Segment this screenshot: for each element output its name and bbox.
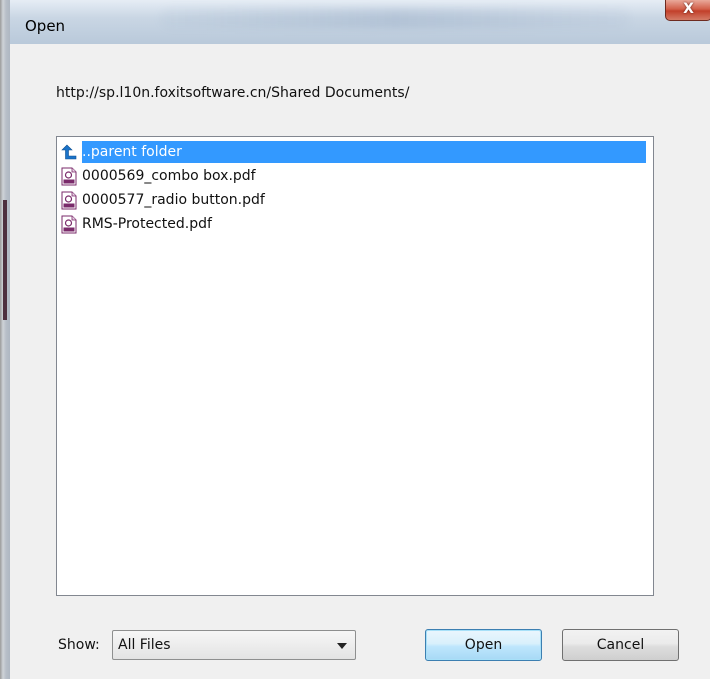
- background-window-accent: [3, 200, 7, 320]
- list-item-label: RMS-Protected.pdf: [82, 216, 212, 232]
- list-item-label: ..parent folder: [82, 141, 646, 163]
- chevron-down-icon: [337, 643, 347, 649]
- pdf-file-icon: [60, 214, 78, 234]
- up-arrow-icon: [60, 142, 78, 162]
- pdf-file-icon: [60, 166, 78, 186]
- location-path: http://sp.l10n.foxitsoftware.cn/Shared D…: [56, 85, 410, 101]
- list-item-file[interactable]: 0000577_radio button.pdf: [60, 189, 646, 211]
- cancel-button[interactable]: Cancel: [562, 629, 679, 661]
- file-type-select-value: All Files: [118, 637, 171, 653]
- title-bar[interactable]: Open X: [10, 0, 710, 44]
- file-list[interactable]: ..parent folder 0000569_combo box.pdf 00…: [56, 136, 654, 596]
- pdf-file-icon: [60, 190, 78, 210]
- title-bar-glass: [160, 8, 630, 28]
- close-icon: X: [683, 1, 694, 17]
- close-button[interactable]: X: [665, 0, 710, 21]
- file-type-select[interactable]: All Files: [112, 630, 356, 660]
- list-item-file[interactable]: 0000569_combo box.pdf: [60, 165, 646, 187]
- background-window-edge: [0, 0, 10, 679]
- open-button[interactable]: Open: [425, 629, 542, 661]
- list-item-label: 0000569_combo box.pdf: [82, 168, 256, 184]
- window-title: Open: [25, 17, 66, 35]
- open-dialog: Open X http://sp.l10n.foxitsoftware.cn/S…: [0, 0, 710, 679]
- list-item-label: 0000577_radio button.pdf: [82, 192, 265, 208]
- show-filter-label: Show:: [58, 637, 100, 653]
- list-item-file[interactable]: RMS-Protected.pdf: [60, 213, 646, 235]
- list-item-parent-folder[interactable]: ..parent folder: [60, 141, 646, 163]
